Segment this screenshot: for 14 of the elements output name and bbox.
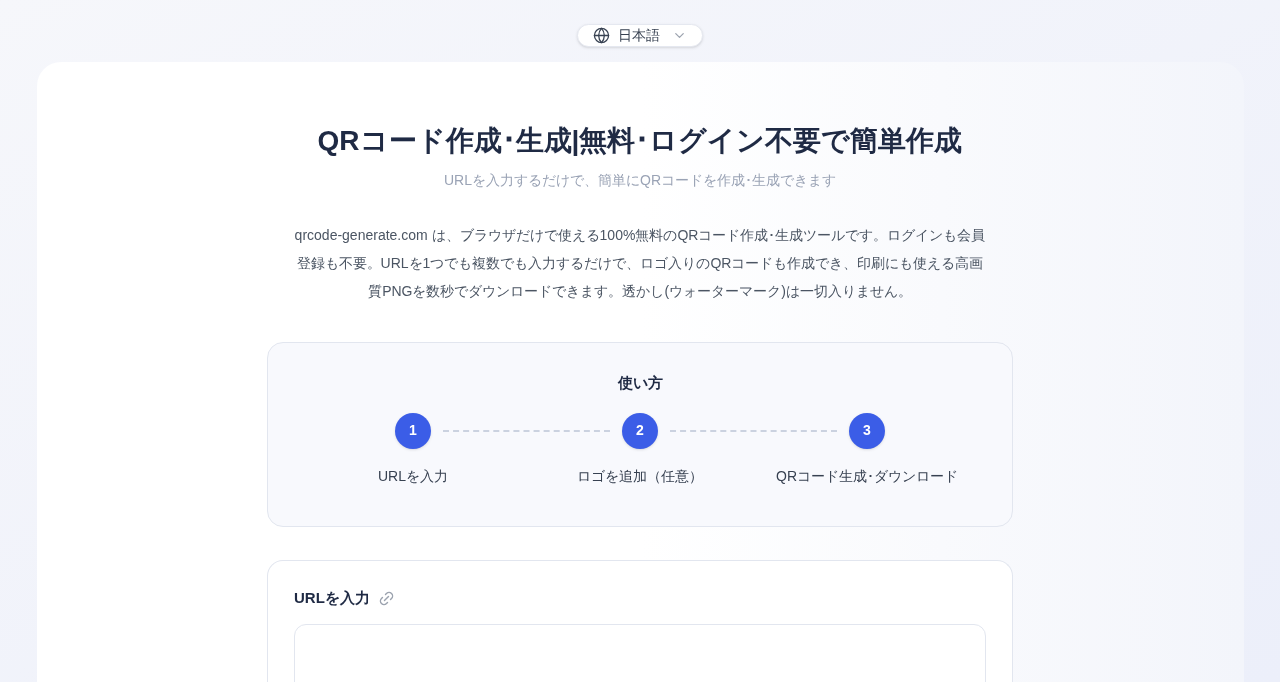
url-input-field[interactable]	[294, 623, 986, 682]
step-number: 2	[622, 412, 658, 449]
step-label: URLを入力	[378, 466, 448, 486]
page-subtitle: URLを入力するだけで、簡単にQRコードを作成･生成できます	[444, 171, 836, 190]
how-to-title: 使い方	[617, 373, 663, 393]
step-label: ロゴを追加（任意）	[577, 466, 703, 486]
step-number: 1	[395, 412, 431, 449]
step-label: QRコード生成･ダウンロード	[776, 466, 958, 486]
description-text: qrcode-generate.com は、ブラウザだけで使える100%無料のQRコード作成･生成ツールです。ログインも会員登録も不要。URLを1つでも複数でも入力するだけで、ロゴ入りのQRコードも作成でき、印刷にも使える高画質PNGを数秒でダウンロードできます。透かし(ウォーターマーク)は一切入りません。	[293, 226, 987, 301]
language-button[interactable]: 日本語	[577, 24, 703, 47]
page-title: QRコード作成･生成|無料･ログイン不要で簡単作成	[317, 124, 963, 158]
step-number: 3	[849, 412, 885, 449]
url-input-title: URLを入力	[294, 588, 370, 608]
globe-icon	[593, 27, 610, 44]
